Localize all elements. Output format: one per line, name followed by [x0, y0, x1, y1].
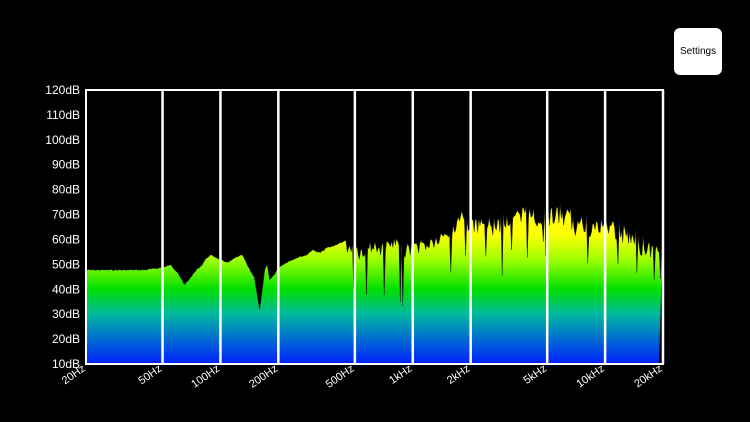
x-tick-label: 20kHz: [632, 363, 664, 391]
y-tick-label: 40dB: [52, 282, 80, 296]
y-tick-label: 100dB: [45, 133, 80, 147]
x-tick-label: 100Hz: [189, 363, 222, 391]
x-tick-label: 2kHz: [445, 363, 472, 387]
y-tick-label: 70dB: [52, 208, 80, 222]
y-tick-label: 60dB: [52, 232, 80, 246]
y-tick-label: 50dB: [52, 257, 80, 271]
x-tick-label: 50Hz: [136, 363, 164, 388]
y-tick-label: 80dB: [52, 183, 80, 197]
x-tick-label: 10kHz: [574, 363, 606, 391]
y-tick-label: 30dB: [52, 307, 80, 321]
y-tick-label: 110dB: [46, 108, 80, 122]
x-tick-label: 500Hz: [324, 363, 357, 391]
x-tick-label: 5kHz: [522, 363, 549, 387]
spectrum-chart: 10dB20dB30dB40dB50dB60dB70dB80dB90dB100d…: [45, 83, 664, 391]
spectrum-area: [85, 204, 664, 365]
y-tick-label: 120dB: [45, 83, 80, 97]
x-tick-label: 1kHz: [387, 363, 414, 387]
y-tick-label: 90dB: [52, 158, 80, 172]
x-tick-label: 200Hz: [247, 363, 280, 391]
y-tick-label: 20dB: [52, 332, 80, 346]
